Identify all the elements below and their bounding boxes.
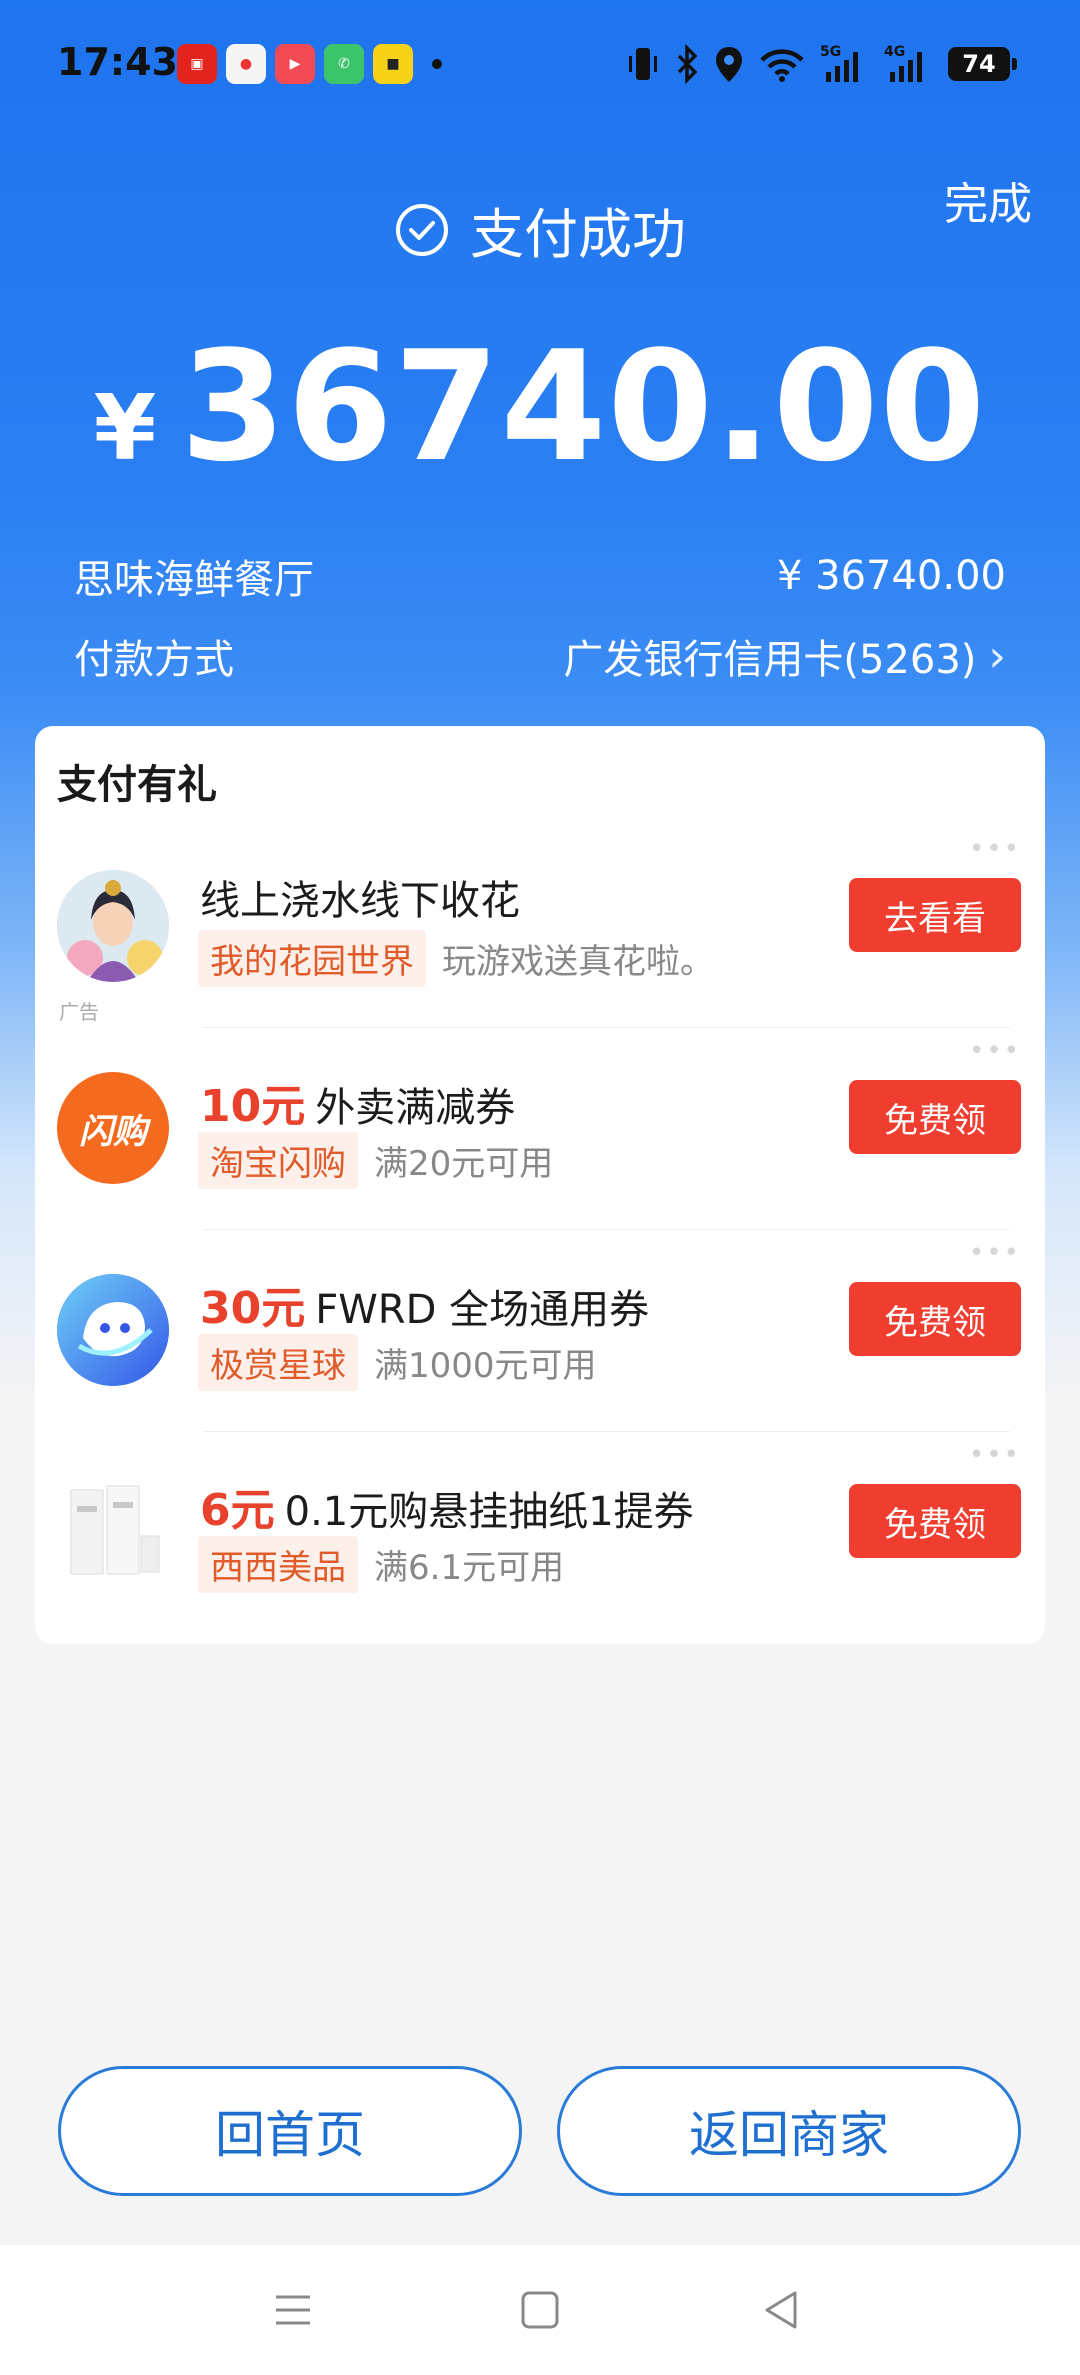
claim-button[interactable]: 免费领 (849, 1080, 1021, 1154)
location-icon (714, 42, 744, 86)
offer-tagline: 西西美品 满6.1元可用 (198, 1536, 564, 1593)
offer-price: 30元 (200, 1283, 306, 1334)
offer-tagline: 我的花园世界 玩游戏送真花啦。 (198, 930, 714, 987)
view-offer-button[interactable]: 去看看 (849, 878, 1021, 952)
offer-title-text: 外卖满减券 (315, 1085, 516, 1131)
offer-desc: 满20元可用 (374, 1144, 554, 1184)
offer-item[interactable]: ••• 30元 FWRD 全场通用券 极赏星球 满1000元可用 免费领 (35, 1230, 1045, 1432)
payment-amount: ¥ 36740.00 (0, 318, 1080, 495)
rewards-card: 支付有礼 ••• 广告 线上浇水线下收花 我的花园世界 玩游戏送真花啦。 去看看 (35, 726, 1045, 1644)
offer-desc: 玩游戏送真花啦。 (442, 942, 714, 982)
payment-success-header: 支付成功 (0, 190, 1080, 269)
yellow-app-icon: ■ (373, 44, 413, 84)
offer-brand-tag: 极赏星球 (198, 1334, 358, 1391)
phone-app-icon: ✆ (324, 44, 364, 84)
payment-method-row[interactable]: 付款方式 广发银行信用卡(5263) › (74, 626, 1006, 686)
check-circle-icon (396, 203, 448, 256)
offer-title: 6元 0.1元购悬挂抽纸1提券 (200, 1474, 694, 1538)
offer-title: 线上浇水线下收花 (200, 868, 520, 926)
svg-text:4G: 4G (884, 44, 905, 60)
planet-logo (57, 1274, 169, 1386)
offer-title-text: FWRD 全场通用券 (315, 1287, 650, 1333)
taobao-flash-logo: 闪购 (57, 1072, 169, 1184)
claim-button[interactable]: 免费领 (849, 1484, 1021, 1558)
chevron-right-icon: › (988, 630, 1006, 682)
more-notifications-dot-icon (432, 59, 442, 69)
merchant-row: 思味海鲜餐厅 ¥ 36740.00 (74, 546, 1006, 606)
merchant-name: 思味海鲜餐厅 (74, 557, 314, 603)
battery-level: 74 (962, 50, 996, 78)
offer-title: 10元 外卖满减券 (200, 1070, 515, 1134)
currency-symbol: ¥ (93, 376, 157, 481)
pig-app-icon: ● (226, 44, 266, 84)
system-status-icons: 5G 4G 74 (626, 42, 1017, 86)
red-app-icon: ▣ (177, 44, 217, 84)
wifi-icon (758, 42, 806, 86)
back-triangle-icon[interactable] (757, 2285, 807, 2335)
claim-button[interactable]: 免费领 (849, 1282, 1021, 1356)
offer-desc: 满1000元可用 (374, 1346, 597, 1386)
offer-price: 6元 (200, 1485, 275, 1536)
more-options-icon[interactable]: ••• (969, 834, 1021, 864)
video-app-icon: ▶ (275, 44, 315, 84)
more-options-icon[interactable]: ••• (969, 1036, 1021, 1066)
offer-brand-tag: 我的花园世界 (198, 930, 426, 987)
home-button[interactable]: 回首页 (58, 2066, 522, 2196)
ad-label: 广告 (59, 1000, 99, 1024)
status-title: 支付成功 (470, 203, 686, 266)
merchant-amount: ¥ 36740.00 (776, 553, 1006, 599)
offer-tagline: 淘宝闪购 满20元可用 (198, 1132, 553, 1189)
menu-icon[interactable] (268, 2285, 318, 2335)
offer-brand-tag: 西西美品 (198, 1536, 358, 1593)
offer-price: 10元 (200, 1081, 306, 1132)
payment-method-label: 付款方式 (74, 637, 234, 683)
status-bar: 17:43 ▣ ● ▶ ✆ ■ 5G 4G 74 (0, 0, 1080, 130)
offer-tagline: 极赏星球 满1000元可用 (198, 1334, 597, 1391)
offer-item[interactable]: ••• 6元 0.1元购悬挂抽纸1提券 西西美品 满6.1元可用 免费领 (35, 1432, 1045, 1634)
offer-title-text: 线上浇水线下收花 (200, 878, 520, 924)
home-square-icon[interactable] (515, 2285, 565, 2335)
notification-icons: ▣ ● ▶ ✆ ■ (177, 44, 442, 84)
offer-title-text: 0.1元购悬挂抽纸1提券 (284, 1489, 694, 1535)
vibrate-icon (626, 42, 660, 86)
offer-title: 30元 FWRD 全场通用券 (200, 1272, 649, 1336)
rewards-title: 支付有礼 (57, 762, 217, 808)
status-time: 17:43 (57, 40, 178, 84)
more-options-icon[interactable]: ••• (969, 1238, 1021, 1268)
offer-desc: 满6.1元可用 (374, 1548, 565, 1588)
signal-5g-icon: 5G (820, 42, 870, 86)
payment-method-value: 广发银行信用卡(5263) (563, 637, 977, 683)
offer-item[interactable]: ••• 闪购 10元 外卖满减券 淘宝闪购 满20元可用 免费领 (35, 1028, 1045, 1230)
bluetooth-icon (674, 42, 700, 86)
svg-text:5G: 5G (820, 44, 841, 60)
offer-item[interactable]: ••• 广告 线上浇水线下收花 我的花园世界 玩游戏送真花啦。 去看看 (35, 826, 1045, 1028)
back-to-merchant-button[interactable]: 返回商家 (557, 2066, 1021, 2196)
offer-brand-tag: 淘宝闪购 (198, 1132, 358, 1189)
signal-4g-icon: 4G (884, 42, 934, 86)
battery-icon: 74 (948, 47, 1017, 81)
logo-text: 闪购 (79, 1111, 147, 1152)
amount-value: 36740.00 (180, 318, 987, 495)
more-options-icon[interactable]: ••• (969, 1440, 1021, 1470)
system-nav-bar (0, 2245, 1080, 2375)
garden-game-avatar (57, 870, 169, 982)
tissue-product-image (57, 1476, 169, 1588)
